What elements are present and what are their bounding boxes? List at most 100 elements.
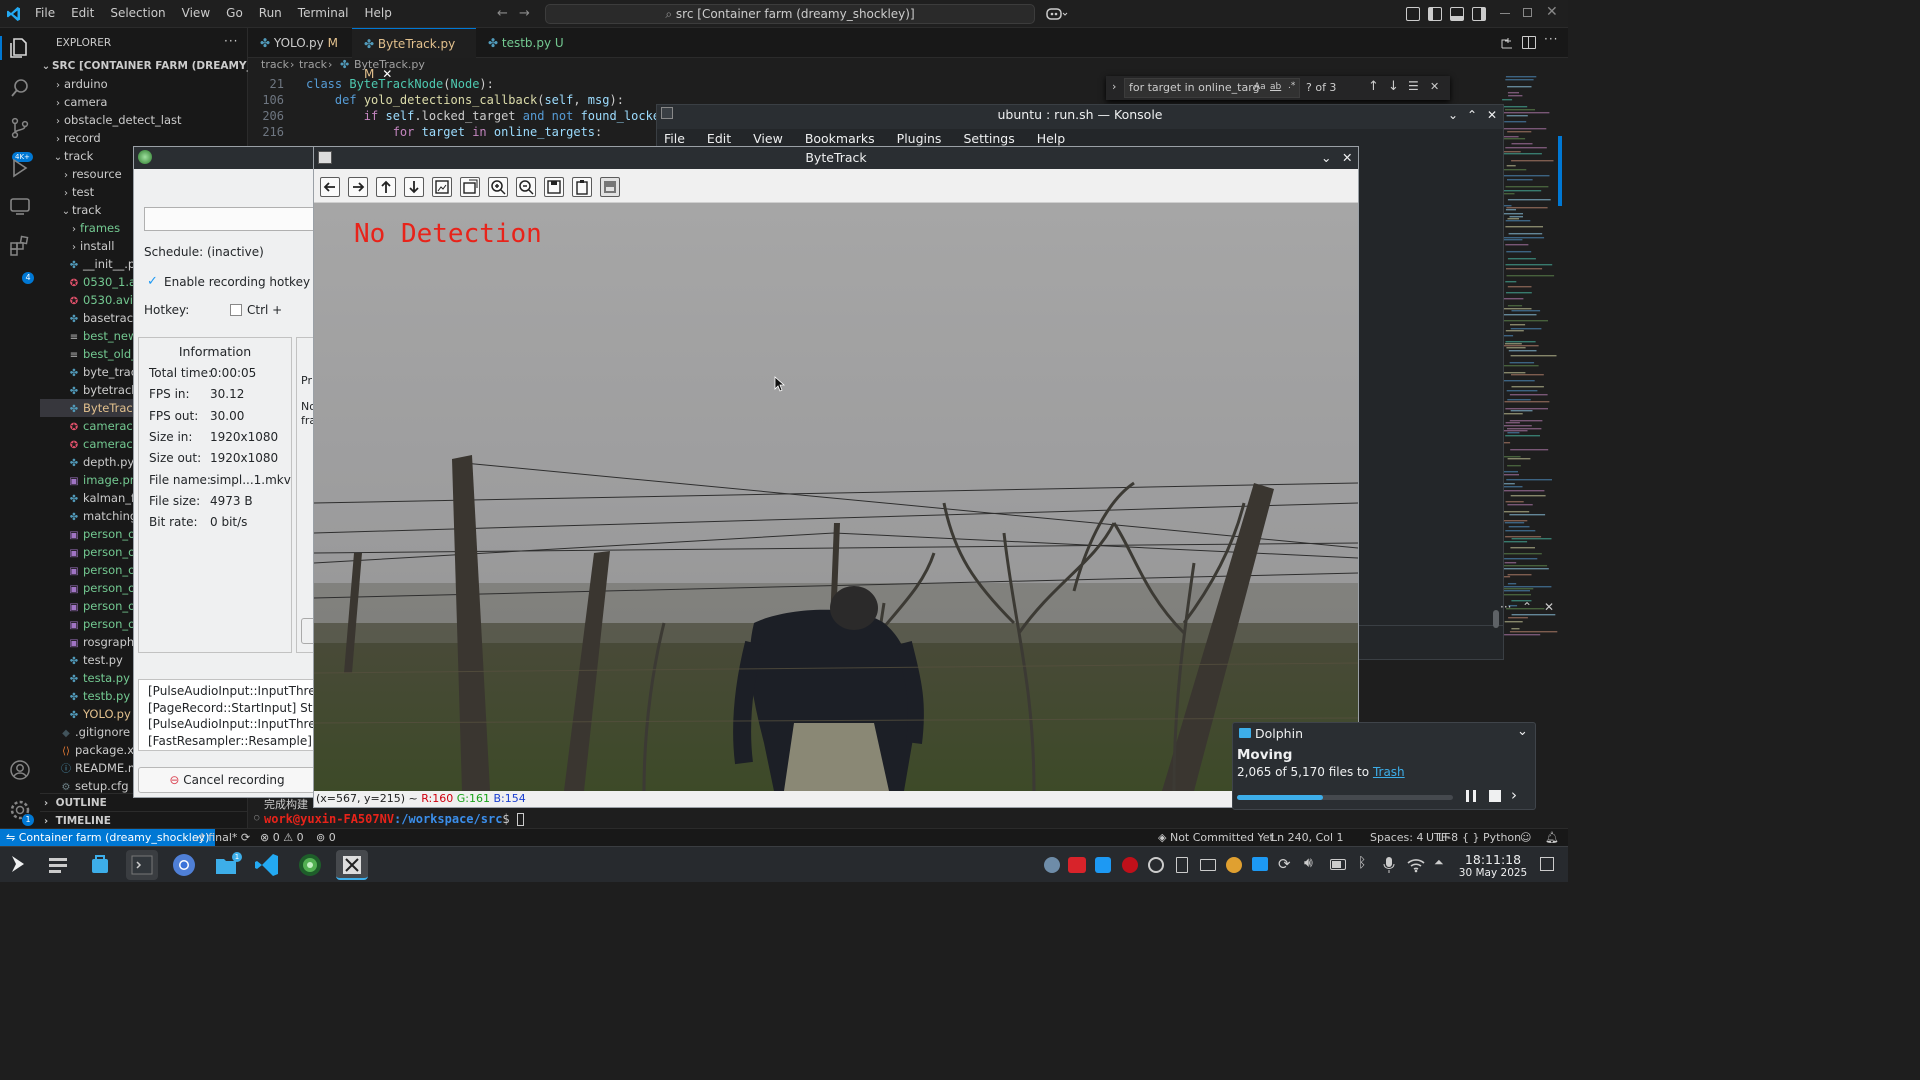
enable-hotkey-checkbox[interactable]: ✓ Enable recording hotkey xyxy=(144,274,316,292)
close-panel-icon[interactable]: ✕ xyxy=(1544,600,1554,614)
camera-frame[interactable]: No Detection xyxy=(314,203,1358,791)
tab-testb[interactable]: ✤ testb.py U xyxy=(476,28,576,58)
folder-item[interactable]: › record xyxy=(40,129,248,147)
account-icon[interactable] xyxy=(8,758,32,782)
minimize-icon[interactable] xyxy=(1500,13,1510,14)
zoom-out-icon[interactable] xyxy=(516,177,536,197)
vscode-taskbar-icon[interactable] xyxy=(252,850,284,880)
terminal-app-icon[interactable] xyxy=(126,850,158,880)
match-word-icon[interactable]: ab xyxy=(1270,82,1281,92)
konsole-menu-item[interactable]: Bookmarks xyxy=(805,131,875,146)
zoom-fit-icon[interactable] xyxy=(432,177,452,197)
zoom-in-icon[interactable] xyxy=(488,177,508,197)
tray-record-icon[interactable] xyxy=(1122,857,1138,873)
chevron-up-icon[interactable]: ⌃ xyxy=(1467,105,1477,125)
menu-item[interactable]: Terminal xyxy=(298,6,349,20)
tray-feishu-icon[interactable] xyxy=(1095,857,1111,873)
konsole-menu-item[interactable]: Settings xyxy=(963,131,1014,146)
cursor-position[interactable]: Ln 240, Col 1 xyxy=(1271,829,1344,846)
folder-item[interactable]: › camera xyxy=(40,93,248,111)
folder-item[interactable]: › obstacle_detect_last xyxy=(40,111,248,129)
close-icon[interactable]: ✕ xyxy=(1546,4,1558,20)
git-branch[interactable]: ⎇ final* ⟳ xyxy=(192,829,250,846)
remote-explorer-icon[interactable] xyxy=(8,194,32,218)
folder-item[interactable]: › arduino xyxy=(40,75,248,93)
code-line[interactable]: 106 def yolo_detections_callback(self, m… xyxy=(248,92,668,108)
konsole-menu-item[interactable]: File xyxy=(664,131,685,146)
tray-kdeconnect-icon[interactable] xyxy=(1252,857,1268,871)
git-blame[interactable]: ◈ Not Committed Yet xyxy=(1158,829,1274,846)
copy-clipboard-icon[interactable] xyxy=(572,177,592,197)
timeline-section[interactable]: › TIMELINE xyxy=(40,811,248,829)
tray-app-icon[interactable] xyxy=(1044,857,1060,873)
indentation[interactable]: Spaces: 4 xyxy=(1370,829,1423,846)
chevron-down-icon[interactable]: ⌄ xyxy=(1321,147,1331,169)
tray-clipboard-icon[interactable] xyxy=(1176,857,1188,873)
toggle-panel-icon[interactable] xyxy=(1450,7,1464,21)
bluetooth-icon[interactable]: ᛒ xyxy=(1358,855,1366,871)
menu-item[interactable]: Help xyxy=(365,6,392,20)
konsole-scrollbar[interactable] xyxy=(1493,610,1499,628)
tray-anydesk-icon[interactable] xyxy=(1068,857,1086,873)
tab-yolo[interactable]: ✤ YOLO.py M xyxy=(248,28,352,58)
workspace-root[interactable]: ⌄SRC [CONTAINER FARM (DREAMY_SHOCK... xyxy=(40,57,248,75)
forward-arrow-icon[interactable]: → xyxy=(519,6,530,21)
panel-more-icon[interactable]: ··· xyxy=(1500,600,1511,614)
open-changes-icon[interactable] xyxy=(1500,36,1514,50)
previous-match-icon[interactable]: ↑ xyxy=(1368,79,1379,94)
tray-expand-icon[interactable]: ⏶ xyxy=(1434,855,1444,870)
cancel-recording-button[interactable]: ⊖ Cancel recording xyxy=(138,767,316,793)
stop-icon[interactable] xyxy=(1487,788,1503,804)
chevron-down-icon[interactable]: ⌄ xyxy=(1448,105,1458,125)
battery-icon[interactable] xyxy=(1330,859,1346,870)
ctrl-checkbox[interactable] xyxy=(230,304,242,316)
chevron-down-icon[interactable]: ⌄ xyxy=(1517,724,1528,739)
store-icon[interactable] xyxy=(84,850,116,880)
notifications-bell-icon[interactable]: 🔔︎ xyxy=(1545,829,1559,846)
maximize-panel-icon[interactable]: ⌃ xyxy=(1522,600,1532,614)
properties-icon[interactable] xyxy=(600,177,620,197)
tab-bytetrack[interactable]: ✤ ByteTrack.py M ✕ xyxy=(352,28,476,81)
menu-item[interactable]: View xyxy=(182,6,210,20)
menu-item[interactable]: Go xyxy=(226,6,243,20)
wifi-icon[interactable] xyxy=(1406,857,1426,873)
regex-icon[interactable]: .* xyxy=(1288,81,1295,91)
recorder-taskbar-icon[interactable] xyxy=(294,850,326,880)
breadcrumb-item[interactable]: track xyxy=(299,58,327,71)
konsole-menu-item[interactable]: Edit xyxy=(707,131,731,146)
chevron-right-icon[interactable]: › xyxy=(1112,80,1116,93)
run-debug-icon[interactable] xyxy=(8,156,32,180)
menu-item[interactable]: Selection xyxy=(110,6,165,20)
tray-updates-icon[interactable] xyxy=(1226,857,1242,873)
eol[interactable]: LF xyxy=(1438,829,1450,846)
microphone-icon[interactable] xyxy=(1382,856,1396,874)
log-box[interactable]: [PulseAudioInput::InputThread [PageRecord… xyxy=(138,679,316,751)
language-mode[interactable]: { } Python xyxy=(1462,829,1521,846)
x11-taskbar-icon[interactable] xyxy=(336,850,368,880)
konsole-menu-item[interactable]: Plugins xyxy=(897,131,942,146)
pan-left-icon[interactable] xyxy=(320,177,340,197)
menu-item[interactable]: Run xyxy=(259,6,282,20)
menu-item[interactable]: File xyxy=(35,6,55,20)
close-icon[interactable]: ✕ xyxy=(1342,147,1352,169)
save-image-icon[interactable] xyxy=(544,177,564,197)
menu-item[interactable]: Edit xyxy=(71,6,94,20)
command-center[interactable]: ⌕ src [Container farm (dreamy_shockley)] xyxy=(545,4,1035,24)
extensions-icon[interactable] xyxy=(8,234,32,258)
close-find-icon[interactable]: ✕ xyxy=(1430,80,1439,93)
split-editor-icon[interactable] xyxy=(1522,36,1536,49)
editor-more-icon[interactable]: ··· xyxy=(1544,32,1558,46)
source-control-icon[interactable] xyxy=(8,116,32,140)
next-match-icon[interactable]: ↓ xyxy=(1388,79,1399,94)
match-case-icon[interactable]: Aa xyxy=(1254,82,1266,92)
maximize-icon[interactable] xyxy=(1523,8,1532,17)
breadcrumb-item[interactable]: track xyxy=(261,58,289,71)
problems-indicator[interactable]: ⊗ 0 ⚠ 0 xyxy=(260,829,304,846)
integrated-terminal[interactable]: 完成构建 ○ work@yuxin-FA507NV:/workspace/src… xyxy=(248,798,1568,830)
close-icon[interactable]: ✕ xyxy=(1487,105,1497,125)
pan-down-icon[interactable] xyxy=(404,177,424,197)
task-manager-icon[interactable] xyxy=(42,850,74,880)
tray-input-method-icon[interactable] xyxy=(1200,859,1216,871)
tray-status-icon[interactable] xyxy=(1148,857,1164,873)
layout-icon[interactable] xyxy=(1406,7,1420,21)
